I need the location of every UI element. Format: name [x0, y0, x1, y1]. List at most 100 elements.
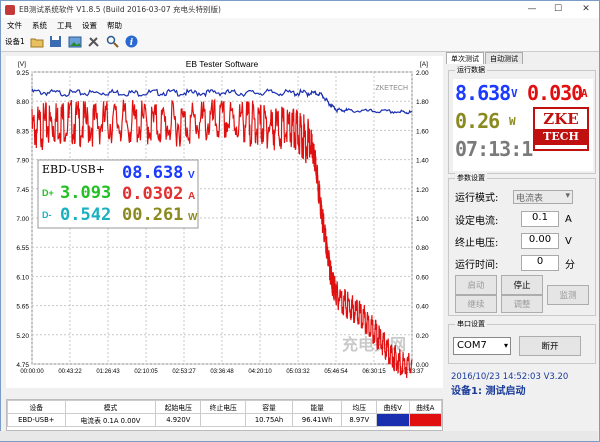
toolbar: 设备1 i	[1, 32, 599, 52]
stop-voltage-unit: V	[565, 235, 572, 247]
menu-file[interactable]: 文件	[7, 20, 22, 31]
continue-button[interactable]: 继续	[455, 295, 497, 313]
cell-curve-a[interactable]	[408, 413, 442, 427]
table-header-row: 设备 模式 起始电压 终止电压 容量 能量 均压 曲线V 曲线A	[7, 400, 442, 414]
stop-button[interactable]: 停止	[501, 275, 543, 295]
chevron-down-icon: ▾	[565, 190, 570, 201]
y-right-tick-label: 1.00	[416, 216, 429, 223]
overlay-power-value: 00.261	[122, 205, 183, 225]
stop-voltage-label: 终止电压:	[455, 237, 499, 249]
y-right-tick-label: 0.80	[416, 245, 429, 252]
run-data-lcd: 8.638 V 0.030 A 0.26 W 07:13:1 ZKE TECH	[453, 79, 593, 171]
folder-icon[interactable]	[29, 34, 45, 50]
menu-help[interactable]: 帮助	[107, 20, 122, 31]
svg-text:i: i	[130, 38, 134, 48]
port-group: 串口设置 COM7 ▾ 断开	[448, 319, 596, 364]
right-axis-unit: [A]	[420, 61, 428, 68]
mode-select[interactable]: 电流表 ▾	[513, 189, 573, 204]
cell-start-voltage: 4.920V	[155, 413, 202, 427]
tools-icon[interactable]	[86, 34, 102, 50]
port-value: COM7	[457, 340, 487, 351]
overlay-power-unit: W	[188, 212, 198, 223]
save-icon[interactable]	[48, 34, 64, 50]
col-avg-voltage: 均压	[341, 400, 378, 414]
col-start-voltage: 起始电压	[155, 400, 202, 414]
y-left-tick-label: 6.10	[16, 274, 29, 281]
x-tick-label: 03:36:48	[210, 369, 234, 375]
close-button[interactable]: ✕	[573, 1, 599, 18]
watermark: ZKETECH	[375, 85, 408, 92]
menu-tools[interactable]: 工具	[57, 20, 72, 31]
zke-logo-bottom: TECH	[535, 129, 587, 145]
chart-title: EB Tester Software	[186, 59, 259, 69]
stop-voltage-input[interactable]: 0.00	[521, 233, 559, 249]
cell-avg-voltage: 8.97V	[341, 413, 378, 427]
current-unit: A	[581, 87, 588, 100]
overlay-voltage-value: 08.638	[122, 163, 183, 183]
device-selector[interactable]: 设备1	[5, 36, 25, 47]
minimize-button[interactable]: —	[519, 1, 545, 18]
chart-svg: 9.25 2.00 8.80 1.80 8.35 1.60 7.90 1.40 7.45 1.20…	[16, 59, 429, 379]
search-icon[interactable]	[105, 34, 121, 50]
run-time-label: 运行时间:	[455, 259, 499, 271]
monitor-button[interactable]: 监测	[547, 285, 589, 305]
cell-device: EBD-USB+	[7, 413, 66, 427]
voltage-value: 8.638	[455, 81, 511, 105]
y-left-tick-label: 6.55	[16, 245, 29, 252]
start-button[interactable]: 启动	[455, 275, 497, 295]
disconnect-button[interactable]: 断开	[519, 336, 581, 356]
y-left-tick-label: 9.25	[16, 70, 29, 77]
y-right-tick-label: 0.60	[416, 274, 429, 281]
status-time: 2016/10/23 14:52:03 V3.20	[451, 372, 569, 382]
overlay-current-unit: A	[188, 191, 195, 202]
run-time-input[interactable]: 0	[521, 255, 559, 271]
menu-system[interactable]: 系统	[32, 20, 47, 31]
set-current-row: 设定电流: 0.1 A	[455, 211, 572, 227]
status-message: 设备1: 测试启动	[451, 386, 526, 397]
menu-settings[interactable]: 设置	[82, 20, 97, 31]
port-select[interactable]: COM7 ▾	[453, 337, 511, 355]
adjust-button[interactable]: 调整	[501, 295, 543, 313]
cell-curve-v[interactable]	[376, 413, 410, 427]
info-icon[interactable]: i	[124, 34, 140, 50]
y-left-tick-label: 4.75	[16, 362, 29, 369]
set-current-input[interactable]: 0.1	[521, 211, 559, 227]
x-tick-label: 00:43:22	[58, 369, 82, 375]
x-tick-label: 05:03:32	[286, 369, 310, 375]
image-icon[interactable]	[67, 34, 83, 50]
overlay-dplus-value: 3.093	[60, 183, 111, 203]
x-tick-label: 02:10:05	[134, 369, 158, 375]
y-right-tick-label: 0.00	[416, 362, 429, 369]
y-left-tick-label: 7.90	[16, 158, 29, 165]
overlay-voltage-unit: V	[188, 170, 195, 181]
tab-bar: 单次测试 自动测试	[446, 52, 598, 64]
overlay-device: EBD-USB+	[42, 163, 105, 176]
set-current-label: 设定电流:	[455, 215, 499, 227]
maximize-button[interactable]: ☐	[545, 1, 571, 18]
cell-mode: 电流表 0.1A 0.00V	[64, 413, 157, 427]
tab-auto-test[interactable]: 自动测试	[485, 52, 523, 64]
overlay-current-value: 0.0302	[122, 184, 183, 204]
left-axis-unit: [V]	[18, 61, 26, 68]
tab-single-test[interactable]: 单次测试	[446, 52, 484, 64]
app-icon	[5, 4, 15, 15]
power-value: 0.26	[455, 109, 500, 133]
col-curve-v: 曲线V	[376, 400, 410, 414]
title-bar: EB测试系统软件 V1.8.5 (Build 2016-03-07 充电头特别版…	[1, 1, 599, 18]
y-right-tick-label: 1.40	[416, 158, 429, 165]
overlay-dminus-value: 0.542	[60, 205, 111, 225]
y-right-tick-label: 0.40	[416, 304, 429, 311]
y-left-tick-label: 5.65	[16, 304, 29, 311]
y-left-tick-label: 5.20	[16, 333, 29, 340]
y-right-tick-label: 2.00	[416, 70, 429, 77]
col-energy: 能量	[291, 400, 343, 414]
stop-voltage-row: 终止电压: 0.00 V	[455, 233, 572, 249]
table-row[interactable]: EBD-USB+ 电流表 0.1A 0.00V 4.920V 10.75Ah 9…	[7, 413, 442, 427]
x-tick-label: 02:53:27	[172, 369, 196, 375]
x-tick-label: 00:00:00	[20, 369, 44, 375]
x-tick-label: 06:30:15	[362, 369, 386, 375]
params-group: 参数设置 运行模式: 电流表 ▾ 设定电流: 0.1 A 终止电压: 0.00 V…	[448, 173, 596, 316]
cell-end-voltage	[200, 413, 247, 427]
status-panel: 2016/10/23 14:52:03 V3.20 设备1: 测试启动	[451, 372, 598, 398]
window-title: EB测试系统软件 V1.8.5 (Build 2016-03-07 充电头特别版…	[19, 5, 221, 14]
